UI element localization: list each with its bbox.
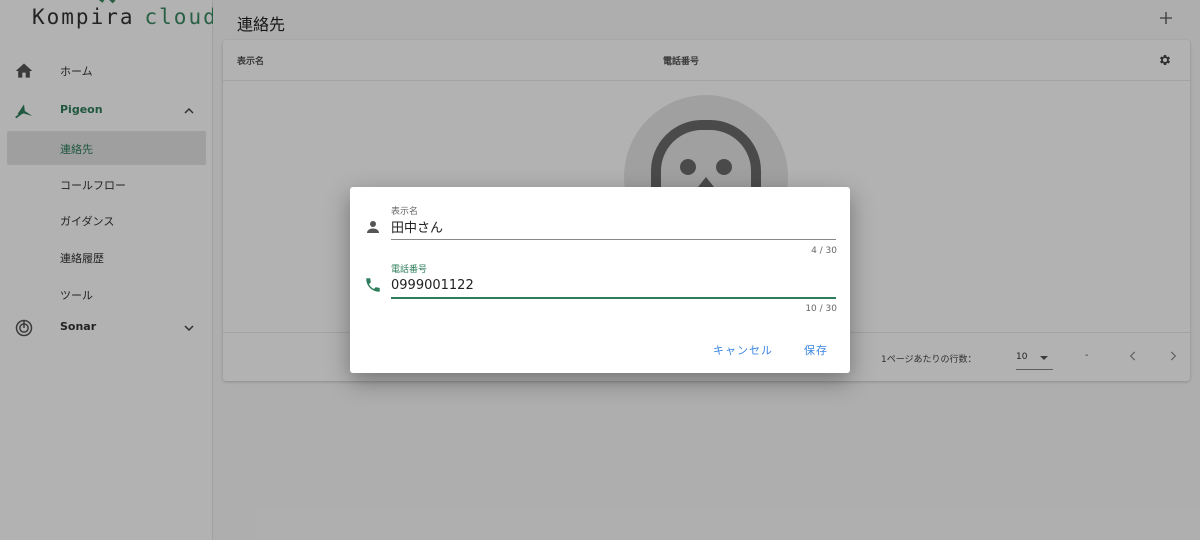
phone-number-input[interactable] <box>391 275 836 295</box>
display-name-counter: 4 / 30 <box>811 246 837 256</box>
cancel-button[interactable]: キャンセル <box>713 342 773 358</box>
display-name-input[interactable] <box>391 216 836 236</box>
save-button[interactable]: 保存 <box>804 342 828 358</box>
phone-icon <box>366 278 380 292</box>
phone-number-underline <box>391 297 836 299</box>
contact-edit-dialog: 表示名 4 / 30 電話番号 10 / 30 キャンセル 保存 <box>350 187 850 373</box>
phone-number-label: 電話番号 <box>391 265 428 275</box>
phone-number-counter: 10 / 30 <box>805 304 837 314</box>
person-icon <box>367 221 379 233</box>
display-name-underline <box>391 239 836 240</box>
